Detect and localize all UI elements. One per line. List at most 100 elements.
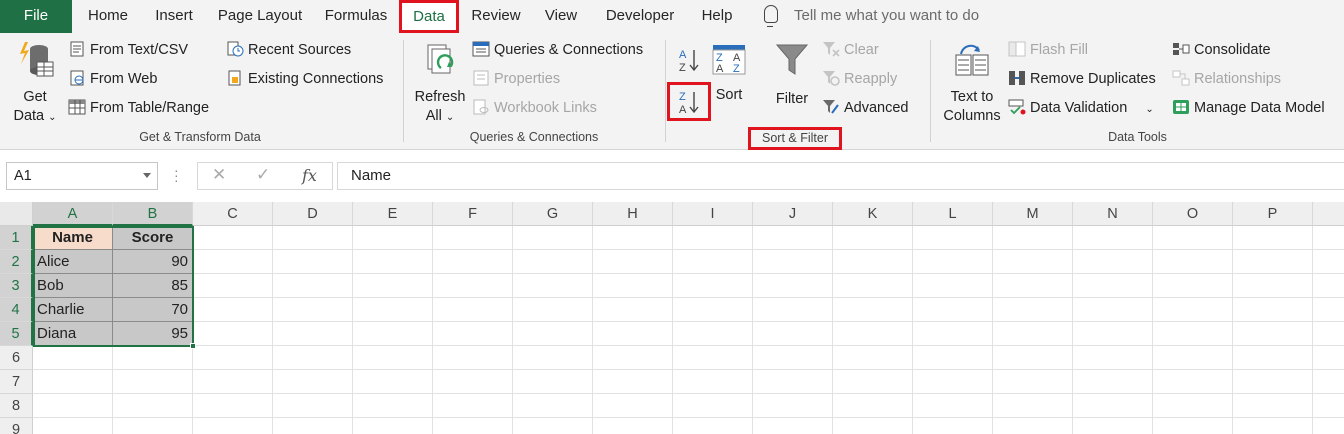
ribbon-divider <box>665 40 666 142</box>
refresh-all-button[interactable]: Refresh All ⌄ <box>412 42 468 128</box>
remove-duplicates-button[interactable]: Remove Duplicates <box>1008 68 1156 92</box>
queries-icon <box>472 41 490 57</box>
tab-home[interactable]: Home <box>80 0 136 33</box>
column-header-g[interactable]: G <box>513 202 593 226</box>
column-header-p[interactable]: P <box>1233 202 1313 226</box>
from-text-csv-button[interactable]: From Text/CSV <box>68 39 188 63</box>
get-data-button[interactable]: Get Data ⌄ <box>10 40 60 126</box>
cell-b4[interactable]: 70 <box>113 298 193 322</box>
cell-a2[interactable]: Alice <box>33 250 113 274</box>
row-header-7[interactable]: 7 <box>0 370 33 394</box>
column-header-e[interactable]: E <box>353 202 433 226</box>
cell-a1[interactable]: Name <box>33 226 113 250</box>
column-header-f[interactable]: F <box>433 202 513 226</box>
spreadsheet-grid: A B C D E F G H I J K L M N O P 1 2 3 4 … <box>0 202 1344 434</box>
workbook-links-button[interactable]: Workbook Links <box>472 97 597 121</box>
column-header-b[interactable]: B <box>113 202 193 226</box>
more-options-icon[interactable]: · · · <box>174 163 179 187</box>
tab-view[interactable]: View <box>538 0 584 33</box>
text-to-columns-label-1: Text to <box>950 89 994 105</box>
filter-button[interactable]: Filter <box>768 42 816 122</box>
chevron-down-icon <box>143 173 151 178</box>
flash-fill-button[interactable]: Flash Fill <box>1008 39 1088 63</box>
formula-input[interactable]: Name <box>337 162 1344 190</box>
relationships-button[interactable]: Relationships <box>1172 68 1281 92</box>
get-data-label-2: Data ⌄ <box>13 108 57 124</box>
column-header-i[interactable]: I <box>673 202 753 226</box>
cancel-icon[interactable]: ✕ <box>212 165 226 185</box>
row-header-6[interactable]: 6 <box>0 346 33 370</box>
manage-data-model-button[interactable]: Manage Data Model <box>1172 97 1325 121</box>
tab-help[interactable]: Help <box>694 0 740 33</box>
svg-text:Z: Z <box>679 62 686 73</box>
cell-a3[interactable]: Bob <box>33 274 113 298</box>
properties-button[interactable]: Properties <box>472 68 560 92</box>
column-header-h[interactable]: H <box>593 202 673 226</box>
row-header-8[interactable]: 8 <box>0 394 33 418</box>
column-header-m[interactable]: M <box>993 202 1073 226</box>
cell-b3[interactable]: 85 <box>113 274 193 298</box>
database-icon <box>20 42 54 77</box>
reapply-button[interactable]: Reapply <box>822 68 897 92</box>
tab-formulas[interactable]: Formulas <box>318 0 394 33</box>
column-header-c[interactable]: C <box>193 202 273 226</box>
row-header-9[interactable]: 9 <box>0 418 33 434</box>
svg-text:Z: Z <box>733 63 740 75</box>
tab-review[interactable]: Review <box>466 0 526 33</box>
refresh-label-2: All ⌄ <box>425 108 455 124</box>
clear-filter-icon <box>823 42 840 57</box>
consolidate-icon <box>1173 43 1190 55</box>
name-box-value: A1 <box>14 168 32 184</box>
column-header-q[interactable] <box>1313 202 1344 226</box>
column-header-a[interactable]: A <box>33 202 113 226</box>
tab-page-layout[interactable]: Page Layout <box>212 0 308 33</box>
chevron-down-icon: ⌄ <box>445 112 455 123</box>
cell-a4[interactable]: Charlie <box>33 298 113 322</box>
cell-b1[interactable]: Score <box>113 226 193 250</box>
fill-handle[interactable] <box>190 343 196 349</box>
enter-check-icon[interactable]: ✓ <box>256 165 270 185</box>
cell-b5[interactable]: 95 <box>113 322 193 346</box>
group-label-data-tools: Data Tools <box>1108 130 1167 144</box>
row-header-1[interactable]: 1 <box>0 226 33 250</box>
existing-connections-button[interactable]: Existing Connections <box>226 68 383 92</box>
tell-me-search[interactable]: Tell me what you want to do <box>764 4 979 30</box>
insert-function-icon[interactable]: fx <box>302 166 317 185</box>
row-header-5[interactable]: 5 <box>0 322 33 346</box>
row-header-3[interactable]: 3 <box>0 274 33 298</box>
recent-sources-button[interactable]: Recent Sources <box>226 39 351 63</box>
tab-data[interactable]: Data <box>399 0 459 33</box>
text-to-columns-button[interactable]: Text to Columns <box>940 42 1004 128</box>
cell-a5[interactable]: Diana <box>33 322 113 346</box>
column-header-d[interactable]: D <box>273 202 353 226</box>
text-to-columns-icon <box>955 44 989 76</box>
chevron-down-icon: ⌄ <box>1145 104 1154 115</box>
from-table-range-button[interactable]: From Table/Range <box>68 97 209 121</box>
row-header-2[interactable]: 2 <box>0 250 33 274</box>
column-header-l[interactable]: L <box>913 202 993 226</box>
sort-ascending-icon: A Z <box>679 49 699 74</box>
column-header-o[interactable]: O <box>1153 202 1233 226</box>
tab-developer[interactable]: Developer <box>597 0 683 33</box>
tab-insert[interactable]: Insert <box>146 0 202 33</box>
consolidate-button[interactable]: Consolidate <box>1172 39 1271 63</box>
name-box[interactable]: A1 <box>6 162 158 190</box>
tab-file[interactable]: File <box>0 0 72 33</box>
queries-connections-button[interactable]: Queries & Connections <box>472 39 643 63</box>
column-header-n[interactable]: N <box>1073 202 1153 226</box>
clear-filter-button[interactable]: Clear <box>822 39 879 63</box>
advanced-filter-button[interactable]: Advanced <box>822 97 909 121</box>
cell-b2[interactable]: 90 <box>113 250 193 274</box>
data-validation-button[interactable]: Data Validation ⌄ <box>1008 97 1154 121</box>
refresh-icon <box>427 44 454 74</box>
flash-fill-icon <box>1008 41 1026 57</box>
column-header-k[interactable]: K <box>833 202 913 226</box>
row-header-4[interactable]: 4 <box>0 298 33 322</box>
sort-label: Sort <box>715 87 743 103</box>
column-header-j[interactable]: J <box>753 202 833 226</box>
sort-button[interactable]: Z A A Z Sort <box>708 44 750 104</box>
select-all-corner[interactable] <box>0 202 33 226</box>
sort-z-to-a-highlight <box>667 82 711 121</box>
sort-a-to-z-button[interactable]: A Z <box>678 47 702 77</box>
from-web-button[interactable]: From Web <box>68 68 157 92</box>
